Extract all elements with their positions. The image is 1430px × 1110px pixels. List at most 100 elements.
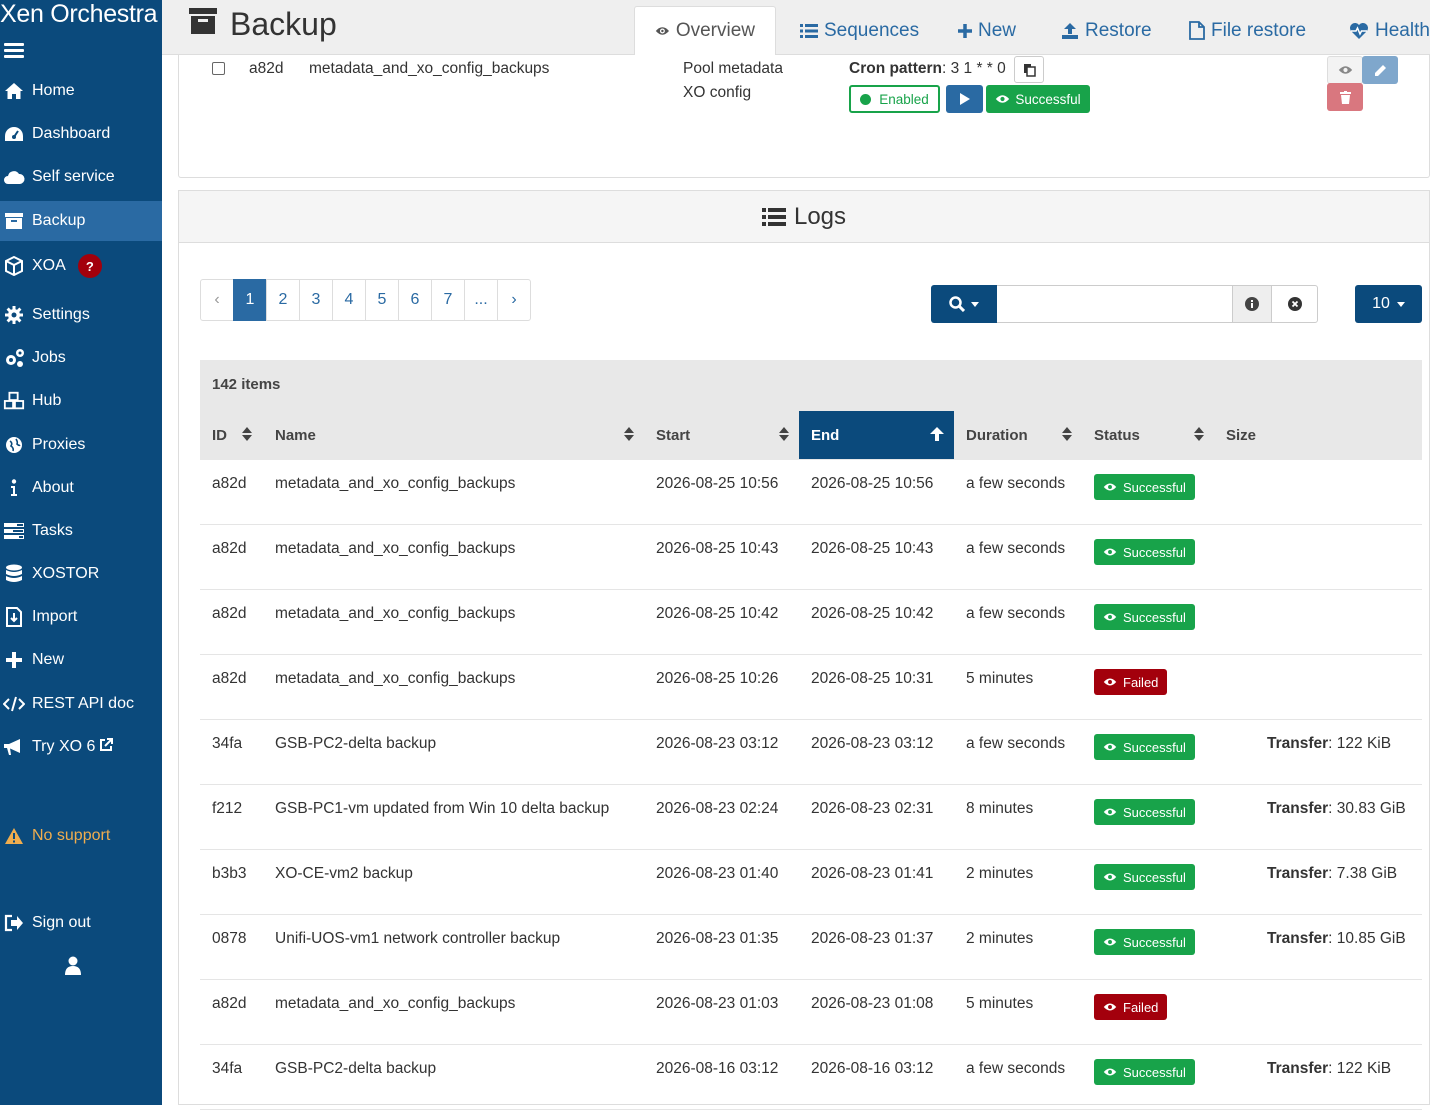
sidebar-item-jobs[interactable]: Jobs [0,338,162,378]
log-row[interactable]: f212 GSB-PC1-vm updated from Win 10 delta… [200,785,1422,850]
log-row[interactable]: 34fa GSB-PC2-delta backup 2026-08-23 03:12… [200,720,1422,785]
user-avatar-icon[interactable] [64,956,82,981]
items-per-page-dropdown[interactable]: 10 [1355,285,1422,323]
log-status-button[interactable]: Successful [1094,1059,1195,1085]
enabled-toggle[interactable]: Enabled [849,85,940,113]
sidebar-item-self-service[interactable]: Self service [0,157,162,197]
log-end: 2026-08-23 01:08 [811,995,934,1012]
edit-job-button[interactable] [1362,56,1398,84]
sidebar-item-settings[interactable]: Settings [0,295,162,335]
run-job-button[interactable] [946,85,983,113]
tab-health[interactable]: Health [1329,6,1430,55]
filter-clear-button[interactable] [1271,285,1318,323]
sidebar-item-rest-api-doc[interactable]: REST API doc [0,684,162,724]
sidebar-item-xoa[interactable]: XOA ? [0,246,162,286]
column-header-status[interactable]: Status [1082,411,1214,459]
log-status-button[interactable]: Successful [1094,734,1195,760]
log-size-label: Transfer [1267,930,1329,947]
eye-icon [1338,66,1352,74]
column-header-name[interactable]: Name [263,411,644,459]
log-status-button[interactable]: Failed [1094,669,1168,695]
sidebar-item-backup[interactable]: Backup [0,201,162,241]
log-status-button[interactable]: Successful [1094,929,1195,955]
sidebar-item-try-xo6[interactable]: Try XO 6 [0,727,162,767]
sidebar-item-hub[interactable]: Hub [0,381,162,421]
trash-icon [1339,90,1351,104]
sidebar-item-new[interactable]: New [0,640,162,680]
log-id: 34fa [212,735,243,752]
page-button-4[interactable]: 4 [332,279,366,321]
column-header-end[interactable]: End [799,411,954,459]
log-size-value: : 7.38 GiB [1328,865,1398,882]
log-row[interactable]: a82d metadata_and_xo_config_backups 2026-0… [200,980,1422,1045]
page-next-button[interactable]: › [497,279,531,321]
sign-out-link[interactable]: Sign out [0,903,162,943]
column-header-duration[interactable]: Duration [954,411,1082,459]
archive-icon [188,6,218,43]
list-icon [761,207,786,226]
filter-dropdown-button[interactable] [931,285,997,323]
log-status-button[interactable]: Failed [1094,994,1168,1020]
log-status-button[interactable]: Successful [1094,799,1195,825]
page-button-5[interactable]: 5 [365,279,399,321]
sidebar-item-label: Try XO 6 [32,738,96,755]
page-button-3[interactable]: 3 [299,279,333,321]
view-job-button[interactable] [1327,56,1363,84]
job-id: a82d [249,60,284,77]
sidebar-item-tasks[interactable]: Tasks [0,511,162,551]
tab-file-restore[interactable]: File restore [1169,6,1326,55]
log-status-button[interactable]: Successful [1094,474,1195,500]
column-header-start[interactable]: Start [644,411,799,459]
last-run-status-button[interactable]: Successful [986,85,1090,113]
log-size: Transfer: 122 KiB [1267,735,1391,753]
log-end: 2026-08-23 01:41 [811,865,934,882]
log-id: f212 [212,800,243,817]
log-row[interactable]: 0878 Unifi-UOS-vm1 network controller bac… [200,915,1422,980]
tab-overview[interactable]: Overview [634,6,776,55]
log-row[interactable]: a82d metadata_and_xo_config_backups 2026-0… [200,655,1422,720]
log-status-button[interactable]: Successful [1094,604,1195,630]
page-button-2[interactable]: 2 [266,279,300,321]
tab-restore[interactable]: Restore [1041,6,1172,55]
no-support-warning[interactable]: No support [0,816,162,856]
sidebar-item-proxies[interactable]: Proxies [0,425,162,465]
log-row[interactable]: 34fa GSB-PC2-delta backup 2026-08-16 03:12… [200,1045,1422,1110]
tab-sequences[interactable]: Sequences [780,6,939,55]
log-end: 2026-08-16 03:12 [811,1060,934,1077]
sidebar-item-import[interactable]: Import [0,597,162,637]
log-size: Transfer: 30.83 GiB [1267,800,1406,818]
page-button-6[interactable]: 6 [398,279,432,321]
filter-input[interactable] [997,285,1233,323]
dashboard-icon [3,125,25,143]
log-id: a82d [212,475,247,492]
page-prev-button[interactable]: ‹ [200,279,234,321]
copy-cron-button[interactable] [1014,56,1044,83]
sidebar-item-dashboard[interactable]: Dashboard [0,114,162,154]
brand-logo[interactable]: Xen Orchestra [0,0,158,29]
sidebar-item-home[interactable]: Home [0,71,162,111]
log-status-button[interactable]: Successful [1094,864,1195,890]
page-button-7[interactable]: 7 [431,279,465,321]
log-size-label: Transfer [1267,735,1329,752]
job-mode-xo-config: XO config [683,84,752,101]
sort-icon [779,427,789,441]
log-row[interactable]: a82d metadata_and_xo_config_backups 2026-0… [200,460,1422,525]
filter-help-button[interactable] [1232,285,1272,323]
sidebar-item-xostor[interactable]: XOSTOR [0,554,162,594]
log-row[interactable]: b3b3 XO-CE-vm2 backup 2026-08-23 01:40 2026… [200,850,1422,915]
job-select-checkbox[interactable] [212,62,225,75]
log-start: 2026-08-23 01:40 [656,865,779,882]
menu-toggle-icon[interactable] [4,43,24,59]
log-size-value: : 30.83 GiB [1328,800,1406,817]
log-status-label: Successful [1123,544,1186,560]
log-size-value: : 10.85 GiB [1328,930,1406,947]
delete-job-button[interactable] [1327,83,1363,111]
log-row[interactable]: a82d metadata_and_xo_config_backups 2026-0… [200,525,1422,590]
gears-icon [3,348,25,368]
page-button-1[interactable]: 1 [233,279,267,321]
tab-new[interactable]: New [938,6,1036,55]
log-row[interactable]: a82d metadata_and_xo_config_backups 2026-0… [200,590,1422,655]
log-status-button[interactable]: Successful [1094,539,1195,565]
sidebar-item-about[interactable]: About [0,468,162,508]
column-header-id[interactable]: ID [200,411,262,459]
